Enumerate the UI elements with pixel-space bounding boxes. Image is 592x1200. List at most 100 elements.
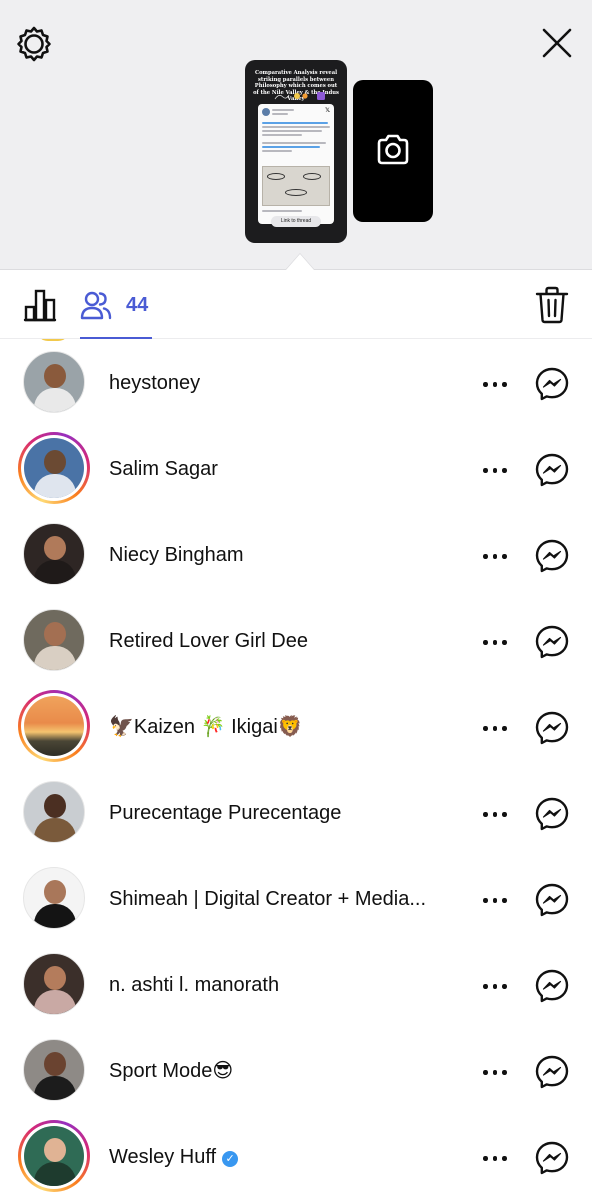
more-options-button[interactable]: [480, 802, 510, 826]
gear-icon: [17, 26, 51, 62]
more-dots-icon: [502, 726, 507, 731]
more-dots-icon: [492, 726, 497, 731]
avatar: [23, 523, 85, 585]
more-options-button[interactable]: [480, 888, 510, 912]
avatar: [24, 438, 84, 498]
more-options-button[interactable]: [480, 630, 510, 654]
messenger-icon: [535, 797, 569, 831]
more-dots-icon: [492, 1156, 497, 1161]
send-message-button[interactable]: [534, 624, 570, 660]
tab-viewers[interactable]: 44: [80, 285, 148, 325]
more-dots-icon: [492, 1070, 497, 1075]
avatar-container[interactable]: [18, 862, 90, 934]
more-options-button[interactable]: [480, 1146, 510, 1170]
send-message-button[interactable]: [534, 538, 570, 574]
viewer-name[interactable]: Niecy Bingham: [109, 542, 244, 568]
viewer-row[interactable]: Retired Lover Girl Dee: [0, 592, 592, 678]
link-sticker: Link to thread: [271, 216, 321, 227]
send-message-button[interactable]: [534, 1054, 570, 1090]
more-dots-icon: [492, 382, 497, 387]
more-dots-icon: [502, 1070, 507, 1075]
send-message-button[interactable]: [534, 710, 570, 746]
avatar: [23, 351, 85, 413]
avatar: [23, 953, 85, 1015]
messenger-icon: [535, 1141, 569, 1175]
viewer-name[interactable]: heystoney: [109, 370, 200, 396]
messenger-icon: [535, 711, 569, 745]
send-message-button[interactable]: [534, 796, 570, 832]
avatar-story-ring[interactable]: [18, 1120, 90, 1192]
send-message-button[interactable]: [534, 452, 570, 488]
x-logo-icon: 𝕏: [325, 108, 330, 114]
more-options-button[interactable]: [480, 372, 510, 396]
avatar: [24, 1126, 84, 1186]
viewer-row[interactable]: heystoney: [0, 339, 592, 420]
viewer-row[interactable]: Salim Sagar: [0, 420, 592, 506]
bar-chart-icon: [23, 289, 57, 322]
more-dots-icon: [483, 984, 488, 989]
close-button[interactable]: [538, 24, 576, 62]
more-dots-icon: [492, 554, 497, 559]
avatar-story-ring[interactable]: [18, 690, 90, 762]
more-dots-icon: [483, 726, 488, 731]
more-options-button[interactable]: [480, 458, 510, 482]
verified-badge-icon: ✓: [222, 1151, 239, 1167]
viewer-name[interactable]: 🦅Kaizen 🎋 Ikigai🦁: [109, 714, 303, 740]
viewer-row[interactable]: Shimeah | Digital Creator + Media...: [0, 850, 592, 936]
more-dots-icon: [492, 468, 497, 473]
more-options-button[interactable]: [480, 974, 510, 998]
viewer-row[interactable]: Sport Mode😎: [0, 1022, 592, 1108]
avatar-container[interactable]: [18, 776, 90, 848]
viewer-tab-bar: 44: [0, 271, 592, 339]
send-message-button[interactable]: [534, 882, 570, 918]
avatar-container[interactable]: [18, 346, 90, 418]
avatar: [23, 781, 85, 843]
viewer-name[interactable]: n. ashti l. manorath: [109, 972, 279, 998]
viewer-name[interactable]: Retired Lover Girl Dee: [109, 628, 308, 654]
more-options-button[interactable]: [480, 544, 510, 568]
avatar: [23, 1039, 85, 1101]
more-dots-icon: [502, 468, 507, 473]
viewer-row[interactable]: n. ashti l. manorath: [0, 936, 592, 1022]
messenger-icon: [535, 883, 569, 917]
avatar-container[interactable]: [18, 604, 90, 676]
story-thumbnail[interactable]: Comparative Analysis reveal striking par…: [245, 60, 347, 243]
viewer-row[interactable]: Niecy Bingham: [0, 506, 592, 592]
more-options-button[interactable]: [480, 1060, 510, 1084]
settings-button[interactable]: [16, 26, 52, 62]
story-emoji-strip: [273, 91, 329, 101]
viewer-row[interactable]: Wesley Huff ✓: [0, 1108, 592, 1194]
viewer-name[interactable]: Salim Sagar: [109, 456, 218, 482]
send-message-button[interactable]: [534, 968, 570, 1004]
avatar-container[interactable]: [18, 948, 90, 1020]
messenger-icon: [535, 1055, 569, 1089]
avatar: [23, 609, 85, 671]
viewer-list[interactable]: heystoney Salim Sagar Niecy Bingham Retired…: [0, 339, 592, 1200]
viewer-name[interactable]: Purecentage Purecentage: [109, 800, 341, 826]
messenger-icon: [535, 453, 569, 487]
more-dots-icon: [502, 382, 507, 387]
send-message-button[interactable]: [534, 366, 570, 402]
delete-story-button[interactable]: [534, 285, 570, 325]
avatar-container[interactable]: [18, 518, 90, 590]
avatar-container[interactable]: [18, 1034, 90, 1106]
messenger-icon: [535, 539, 569, 573]
close-icon: [542, 28, 572, 58]
viewer-name[interactable]: Shimeah | Digital Creator + Media...: [109, 886, 426, 912]
viewer-row[interactable]: Purecentage Purecentage: [0, 764, 592, 850]
more-dots-icon: [502, 898, 507, 903]
add-story-button[interactable]: [353, 80, 433, 222]
more-dots-icon: [492, 812, 497, 817]
tab-insights[interactable]: [22, 287, 58, 323]
more-dots-icon: [502, 554, 507, 559]
messenger-icon: [535, 969, 569, 1003]
more-dots-icon: [483, 898, 488, 903]
viewer-row[interactable]: 🦅Kaizen 🎋 Ikigai🦁: [0, 678, 592, 764]
viewer-name[interactable]: Sport Mode😎: [109, 1058, 233, 1084]
more-options-button[interactable]: [480, 716, 510, 740]
avatar-story-ring[interactable]: [18, 432, 90, 504]
send-message-button[interactable]: [534, 1140, 570, 1176]
viewer-name[interactable]: Wesley Huff ✓: [109, 1144, 239, 1170]
more-dots-icon: [492, 984, 497, 989]
viewers-count: 44: [126, 293, 149, 316]
